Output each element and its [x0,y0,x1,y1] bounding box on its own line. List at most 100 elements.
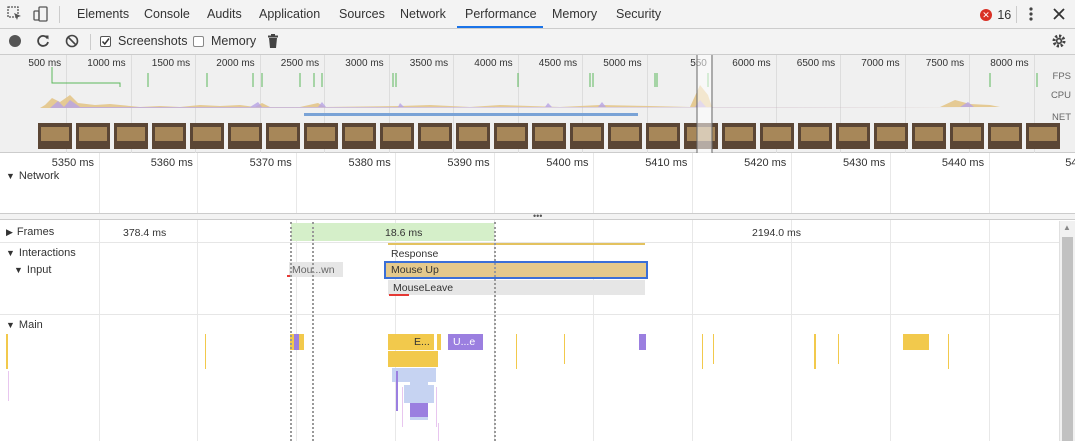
main-flame-chart[interactable] [0,331,1060,441]
screenshot-thumbnail-content [193,127,221,141]
overview-graphs [38,55,1060,153]
screenshot-thumbnail-content [801,127,829,141]
screenshot-thumbnail-content [763,127,791,141]
reload-icon[interactable] [36,34,50,48]
screenshot-thumbnail-content [155,127,183,141]
timeline-overview[interactable]: 500 ms 1000 ms 1500 ms 2000 ms 2500 ms 3000 m… [0,55,1075,153]
error-count: 16 [997,7,1012,22]
vertical-scrollbar[interactable]: ▲ [1059,221,1075,441]
record-icon[interactable] [9,35,21,47]
screenshot-thumbnail-content [535,127,563,141]
frame-time-a: 378.4 ms [123,227,167,239]
details-tick-label: 5440 ms [941,157,985,169]
response-label: Response [391,248,439,260]
device-toolbar-icon[interactable] [33,6,49,22]
interactions-track-header[interactable]: ▼ Interactions [6,247,76,259]
details-tick-label: 5350 ms [51,157,94,169]
frames-track-header[interactable]: ▶ Frames [6,226,54,238]
splitter-grip-icon: ••• [533,211,543,221]
details-tick-label: 5360 ms [150,157,193,169]
event-u-label: U...e [453,336,476,348]
selection-guide-right [494,222,496,441]
tab-memory[interactable]: Memory [552,0,597,28]
screenshot-thumbnail-content [991,127,1019,141]
screenshot-thumbnail-content [725,127,753,141]
screenshot-thumbnail-content [41,127,69,141]
screenshot-thumbnail-content [573,127,601,141]
input-track-label: Input [26,264,52,276]
details-tick-label: 5370 ms [249,157,292,169]
screenshot-thumbnail-content [79,127,107,141]
screenshot-thumbnail-content [1029,127,1057,141]
tab-application[interactable]: Application [259,0,320,28]
error-icon: ✕ [980,8,992,21]
settings-gear-icon[interactable] [1051,33,1067,49]
tab-elements[interactable]: Elements [77,0,129,28]
memory-label[interactable]: Memory [211,34,256,48]
scrollbar-thumb[interactable] [1062,237,1073,441]
mouse-up-label: Mouse Up [391,264,439,276]
screenshot-thumbnail-content [231,127,259,141]
tab-network[interactable]: Network [400,0,446,28]
screenshot-thumbnail-content [915,127,943,141]
tab-sources[interactable]: Sources [339,0,385,28]
details-tick-label: 545 [1065,157,1075,169]
screenshot-thumbnail-content [269,127,297,141]
mouse-leave-warning [389,294,409,296]
frames-track-label: Frames [16,226,55,238]
performance-toolbar: Screenshots Memory [0,29,1075,55]
screenshot-thumbnail-content [611,127,639,141]
frame-time-c: 2194.0 ms [752,227,802,239]
screenshot-thumbnail-content [307,127,335,141]
tab-audits[interactable]: Audits [207,0,242,28]
network-track-header[interactable]: ▼ Network [6,170,59,182]
more-options-icon[interactable] [1027,6,1035,22]
details-tick-label: 5420 ms [744,157,787,169]
input-track-header[interactable]: ▼ Input [14,264,51,276]
frame-time-b: 18.6 ms [385,227,423,239]
screenshot-thumbnail-content [421,127,449,141]
active-tab-indicator [457,26,543,28]
expand-triangle-icon: ▼ [14,265,23,275]
details-tick-label: 5400 ms [546,157,589,169]
clear-icon[interactable] [65,34,79,48]
event-e-label: E... [414,336,430,348]
network-track-label: Network [18,170,60,182]
expand-triangle-icon: ▼ [6,248,15,258]
collapsed-triangle-icon: ▶ [6,227,13,237]
details-tick-label: 5430 ms [843,157,886,169]
tab-security[interactable]: Security [616,0,661,28]
screenshot-thumbnail-content [877,127,905,141]
response-bar[interactable] [388,243,645,245]
mouse-leave-label: MouseLeave [393,282,454,294]
tab-console[interactable]: Console [144,0,190,28]
screenshots-checkbox[interactable] [100,36,111,47]
screenshot-thumbnail-content [953,127,981,141]
screenshot-thumbnail-content [649,127,677,141]
inspect-element-icon[interactable] [7,6,23,22]
screenshot-thumbnail-content [117,127,145,141]
expand-triangle-icon: ▼ [6,320,15,330]
screenshot-thumbnail-content [345,127,373,141]
screenshot-thumbnail-content [839,127,867,141]
pane-splitter[interactable]: ••• [0,211,1075,221]
screenshot-thumbnail-content [459,127,487,141]
devtools-tab-bar: Elements Console Audits Application Sour… [0,0,1075,29]
interactions-track-label: Interactions [18,247,76,259]
main-track-label: Main [18,319,43,331]
details-tick-label: 5380 ms [348,157,391,169]
selection-guide-mid [312,222,314,441]
screenshot-thumbnail-content [383,127,411,141]
trash-icon[interactable] [267,34,279,48]
interactions-divider [0,314,1059,315]
close-devtools-icon[interactable] [1052,7,1066,21]
scroll-up-arrow-icon[interactable]: ▲ [1063,223,1071,232]
details-tick-label: 5390 ms [447,157,490,169]
expand-triangle-icon: ▼ [6,171,15,181]
screenshot-thumbnail-content [497,127,525,141]
memory-checkbox[interactable] [193,36,204,47]
error-count-badge[interactable]: ✕ 16 [980,7,1011,22]
main-track-header[interactable]: ▼ Main [6,319,43,331]
tab-performance[interactable]: Performance [465,0,537,28]
screenshots-label[interactable]: Screenshots [118,34,187,48]
